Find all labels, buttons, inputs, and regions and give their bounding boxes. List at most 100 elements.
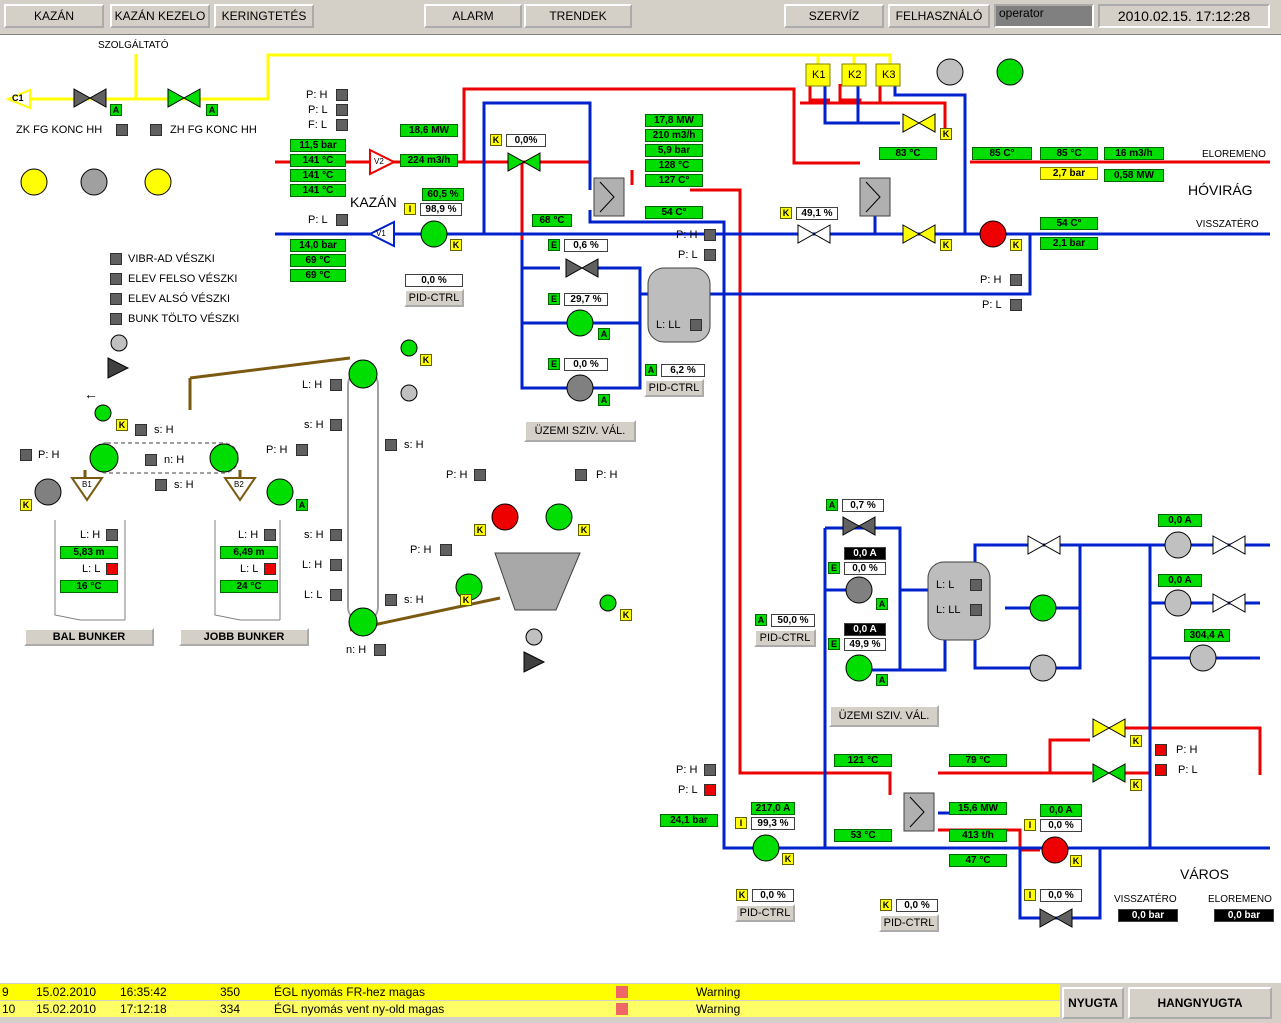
k3-label: K3 bbox=[882, 69, 896, 81]
pid-ctrl-button-2[interactable]: PID-CTRL bbox=[644, 379, 704, 397]
ph-indicator-mid bbox=[704, 229, 716, 241]
nh-indicator bbox=[145, 454, 157, 466]
fan-a-tag: A bbox=[296, 499, 308, 511]
uzemi-sziv-button-2[interactable]: ÜZEMI SZIV. VÁL. bbox=[829, 705, 939, 727]
elev-sh2-indicator bbox=[385, 439, 397, 451]
pump-e-lower-2: E bbox=[828, 638, 840, 650]
pump-current-red: 0,0 A bbox=[1040, 804, 1082, 817]
jobb-bunker-button[interactable]: JOBB BUNKER bbox=[179, 628, 309, 646]
pl-indicator-right bbox=[1010, 299, 1022, 311]
temp-47: 47 °C bbox=[949, 854, 1007, 867]
sh-label-2: s: H bbox=[174, 479, 194, 491]
tank-lll-indicator bbox=[690, 319, 702, 331]
power-15-6: 15,6 MW bbox=[949, 802, 1007, 815]
pid-ctrl-button-5[interactable]: PID-CTRL bbox=[879, 914, 939, 932]
valve-zh-mode: A bbox=[206, 104, 218, 116]
temp-83: 83 °C bbox=[879, 147, 937, 160]
elev-sh4-indicator bbox=[385, 594, 397, 606]
elev-nh-indicator bbox=[374, 644, 386, 656]
hx-temp-1: 128 °C bbox=[645, 159, 703, 172]
bal-temp: 16 °C bbox=[60, 580, 118, 593]
main-valve-value: 0,0% bbox=[506, 134, 546, 147]
steam-temp-1: 141 °C bbox=[290, 154, 346, 167]
pump-e-tag-3: E bbox=[548, 358, 560, 370]
eloremeno-pressure: 0,0 bar bbox=[1214, 909, 1274, 922]
pl-indicator-2 bbox=[336, 214, 348, 226]
hx-pressure: 5,9 bar bbox=[645, 144, 703, 157]
vibr-indicator bbox=[110, 253, 122, 265]
pid-ctrl-button-3[interactable]: PID-CTRL bbox=[754, 629, 816, 647]
alarm-message: ÉGL nyomás vent ny-old magas bbox=[274, 1002, 445, 1016]
ph-label-conv: P: H bbox=[266, 444, 288, 456]
nh-label: n: H bbox=[164, 454, 185, 466]
zh-konc-label: ZH FG KONC HH bbox=[170, 124, 257, 136]
pump-current: 98,9 % bbox=[420, 203, 462, 216]
fan-k-furn: K bbox=[460, 594, 472, 606]
pressure-2-7: 2,7 bar bbox=[1040, 167, 1098, 180]
elev-felso-indicator bbox=[110, 273, 122, 285]
uzemi-sziv-button-1[interactable]: ÜZEMI SZIV. VÁL. bbox=[524, 420, 636, 442]
elev-sh2-label: s: H bbox=[404, 439, 424, 451]
pid-value-2: 6,2 % bbox=[661, 364, 705, 377]
elev-ll-label: L: L bbox=[304, 589, 323, 601]
hx-temp-3: 54 C° bbox=[645, 206, 703, 219]
ph-label-furn1: P: H bbox=[446, 469, 468, 481]
ph-label-furn2: P: H bbox=[596, 469, 618, 481]
pl-red-indicator bbox=[1155, 764, 1167, 776]
alarm-code: 350 bbox=[220, 985, 241, 999]
pl-indicator bbox=[336, 104, 348, 116]
bal-lh-indicator bbox=[106, 529, 118, 541]
pid-a-tag: A bbox=[645, 364, 657, 376]
pump-e-value-2: 29,7 % bbox=[564, 293, 608, 306]
fan-k-tag: K bbox=[20, 499, 32, 511]
ph-indicator-right bbox=[1010, 274, 1022, 286]
pump-a-tag-2: A bbox=[598, 328, 610, 340]
temp-85a: 85 C° bbox=[972, 147, 1032, 160]
v1-label: V1 bbox=[376, 229, 386, 238]
valve-e-tag-1: E bbox=[548, 239, 560, 251]
jobb-level: 6,49 m bbox=[220, 546, 278, 559]
alarm-row-1[interactable]: 9 15.02.2010 16:35:42 350 ÉGL nyomás FR-… bbox=[0, 984, 1060, 1000]
elev-nh-label: n: H bbox=[346, 644, 367, 656]
zk-konc-indicator bbox=[116, 124, 128, 136]
steam-power: 18,6 MW bbox=[400, 124, 458, 137]
pid-ctrl-button-1[interactable]: PID-CTRL bbox=[404, 289, 464, 307]
elev-sh-label: s: H bbox=[304, 419, 324, 431]
hangnyugta-button[interactable]: HANGNYUGTA bbox=[1128, 987, 1272, 1019]
steam-pressure: 11,5 bar bbox=[290, 139, 346, 152]
bal-bunker-button[interactable]: BAL BUNKER bbox=[24, 628, 154, 646]
zh-konc-indicator bbox=[150, 124, 162, 136]
pl-label-right: P: L bbox=[982, 299, 1002, 311]
pl-label-2: P: L bbox=[308, 214, 328, 226]
elev-motor-k: K bbox=[420, 354, 432, 366]
valve-value-49: 49,1 % bbox=[796, 207, 838, 220]
eloremeno-label: ELOREMENO bbox=[1202, 149, 1266, 160]
alarm-time: 16:35:42 bbox=[120, 985, 167, 999]
jobb-lh-label: L: H bbox=[238, 529, 259, 541]
alarm-date: 15.02.2010 bbox=[36, 985, 97, 999]
return-temp-1: 69 °C bbox=[290, 254, 346, 267]
fl-indicator bbox=[336, 119, 348, 131]
bal-lh-label: L: H bbox=[80, 529, 101, 541]
jobb-temp: 24 °C bbox=[220, 580, 278, 593]
hopper-motor-k: K bbox=[620, 609, 632, 621]
ph-indicator bbox=[336, 89, 348, 101]
elev-lh-label: L: H bbox=[302, 379, 323, 391]
pump-current-r1: 0,0 A bbox=[1158, 514, 1202, 527]
ph-indicator-lower bbox=[704, 764, 716, 776]
alarm-level: Warning bbox=[696, 1002, 741, 1016]
alarm-row-2[interactable]: 10 15.02.2010 17:12:18 334 ÉGL nyomás ve… bbox=[0, 1001, 1060, 1017]
pump-speed: 60,5 % bbox=[422, 188, 464, 201]
alarm-message: ÉGL nyomás FR-hez magas bbox=[274, 985, 425, 999]
bal-ll-indicator bbox=[106, 563, 118, 575]
nyugta-button[interactable]: NYUGTA bbox=[1062, 987, 1124, 1019]
pid-ctrl-button-4[interactable]: PID-CTRL bbox=[735, 904, 795, 922]
c1-label: C1 bbox=[12, 93, 24, 103]
bunk-indicator bbox=[110, 313, 122, 325]
tank2-lll-label: L: LL bbox=[936, 604, 961, 616]
pump-a-tag-3: A bbox=[598, 394, 610, 406]
hx-power: 17,8 MW bbox=[645, 114, 703, 127]
ph-label-lower: P: H bbox=[676, 764, 698, 776]
pump-mode-k: K bbox=[450, 239, 462, 251]
tank2-ll-label: L: L bbox=[936, 579, 955, 591]
